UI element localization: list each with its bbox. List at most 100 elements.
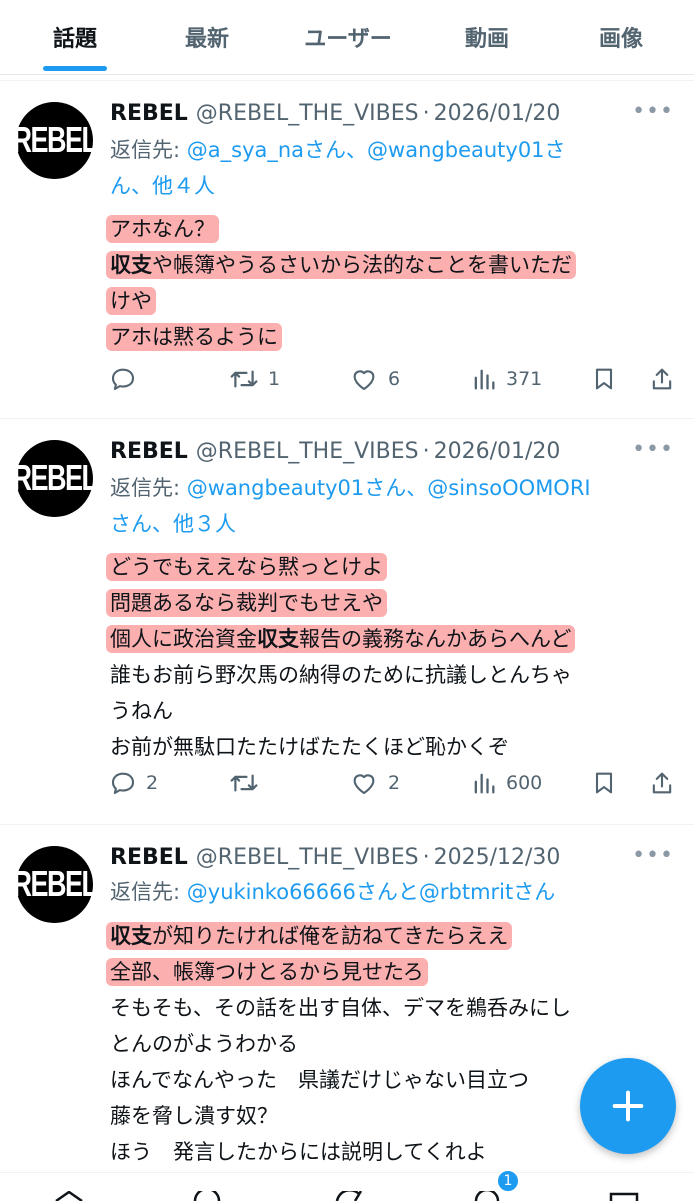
display-name[interactable]: REBEL bbox=[110, 439, 188, 464]
reply-mentions-more[interactable]: さん、他３人 bbox=[110, 512, 236, 536]
bold-word: 収支 bbox=[257, 627, 299, 651]
retweet-button[interactable] bbox=[228, 765, 268, 801]
bookmark-icon bbox=[595, 772, 613, 794]
user-handle[interactable]: @REBEL_THE_VIBES bbox=[196, 101, 419, 126]
heart-icon bbox=[353, 774, 375, 795]
views-button[interactable]: 371 bbox=[470, 361, 542, 397]
user-handle[interactable]: @REBEL_THE_VIBES bbox=[196, 439, 419, 464]
highlighted-text: 問題あるなら裁判でもせえや bbox=[106, 589, 387, 617]
reply-button[interactable]: 2 bbox=[108, 765, 158, 801]
share-icon bbox=[652, 772, 672, 794]
heart-icon bbox=[353, 370, 375, 391]
bold-word: 収支 bbox=[110, 253, 152, 277]
separator-dot: · bbox=[422, 844, 430, 870]
tweet-text: 収支が知りたければ俺を訪ねてきたらええ 全部、帳簿つけとるから見せたろ そもそも… bbox=[106, 918, 670, 1170]
view-count: 600 bbox=[506, 772, 543, 794]
like-button[interactable]: 2 bbox=[348, 765, 400, 801]
highlighted-text: アホなん？ bbox=[106, 215, 219, 243]
views-chart-icon bbox=[474, 369, 495, 390]
retweet-button[interactable]: 1 bbox=[228, 361, 280, 397]
tweet-header: REBEL @REBEL_THE_VIBES · 2026/01/20 bbox=[110, 98, 560, 128]
reply-count: 2 bbox=[146, 772, 159, 794]
text-line: が知りたければ俺を訪ねてきたらええ bbox=[152, 924, 509, 948]
reply-to: 返信先: @a_sya_naさん、@wangbeauty01さ ん、他４人 bbox=[110, 132, 655, 204]
highlighted-text: どうでもええなら黙っとけよ bbox=[106, 553, 387, 581]
tweet[interactable]: REBEL REBEL @REBEL_THE_VIBES · 2026/01/2… bbox=[0, 81, 694, 419]
highlighted-text: 全部、帳簿つけとるから見せたろ bbox=[106, 958, 428, 986]
view-count: 371 bbox=[506, 368, 543, 390]
tweet-text: アホなん？ 収支や帳簿やうるさいから法的なことを書いただ けや アホは黙るように bbox=[106, 211, 670, 355]
views-chart-icon bbox=[474, 773, 495, 794]
tab-videos[interactable]: 動画 bbox=[442, 0, 532, 74]
bookmark-button[interactable] bbox=[590, 361, 618, 397]
text-line: 報告の義務なんかあらへんど bbox=[299, 627, 572, 651]
text-line: 個人に政治資金 bbox=[110, 627, 257, 651]
like-count: 2 bbox=[388, 772, 401, 794]
display-name[interactable]: REBEL bbox=[110, 101, 188, 126]
text-line: お前が無駄口たたけばたたくほど恥かくぞ bbox=[110, 735, 509, 759]
text-line: 誰もお前ら野次馬の納得のために抗議しとんちゃ bbox=[110, 663, 572, 687]
retweet-count: 1 bbox=[268, 368, 281, 390]
avatar-logo-text: REBEL bbox=[12, 457, 99, 499]
retweet-icon bbox=[230, 774, 258, 792]
reply-button[interactable] bbox=[108, 361, 146, 397]
reply-mentions-more[interactable]: ん、他４人 bbox=[110, 174, 215, 198]
more-options-icon[interactable]: ••• bbox=[632, 99, 674, 124]
reply-mentions[interactable]: @a_sya_naさん、@wangbeauty01さ bbox=[187, 138, 566, 162]
avatar[interactable]: REBEL bbox=[13, 440, 98, 517]
more-options-icon[interactable]: ••• bbox=[632, 437, 674, 462]
views-button[interactable]: 600 bbox=[470, 765, 542, 801]
reply-prefix: 返信先: bbox=[110, 138, 187, 162]
like-count: 6 bbox=[388, 368, 401, 390]
text-line: とんのがようわかる bbox=[110, 1032, 298, 1056]
reply-icon bbox=[111, 368, 135, 391]
notification-badge: 1 bbox=[496, 1169, 520, 1193]
text-line: や帳簿やうるさいから法的なことを書いただ bbox=[152, 253, 572, 277]
tab-users[interactable]: ユーザー bbox=[288, 0, 408, 74]
tweet-header: REBEL @REBEL_THE_VIBES · 2026/01/20 bbox=[110, 436, 560, 466]
highlighted-text: けや bbox=[106, 287, 156, 315]
reply-prefix: 返信先: bbox=[110, 476, 187, 500]
tab-trending[interactable]: 話題 bbox=[30, 0, 120, 74]
tab-images[interactable]: 画像 bbox=[576, 0, 666, 74]
avatar[interactable]: REBEL bbox=[13, 846, 98, 923]
text-line: ほう 発言したからには説明してくれよ bbox=[110, 1140, 487, 1164]
avatar-logo-text: REBEL bbox=[12, 119, 99, 161]
reply-prefix: 返信先: bbox=[110, 880, 187, 904]
bookmark-button[interactable] bbox=[590, 765, 618, 801]
tweet-header: REBEL @REBEL_THE_VIBES · 2025/12/30 bbox=[110, 842, 560, 872]
reply-mentions[interactable]: @yukinko66666さんと@rbtmritさん bbox=[187, 880, 555, 904]
share-icon bbox=[652, 368, 672, 390]
tweet-date[interactable]: 2026/01/20 bbox=[434, 101, 561, 126]
display-name[interactable]: REBEL bbox=[110, 845, 188, 870]
highlighted-text: アホは黙るように bbox=[106, 323, 282, 351]
user-handle[interactable]: @REBEL_THE_VIBES bbox=[196, 845, 419, 870]
avatar[interactable]: REBEL bbox=[13, 102, 98, 179]
tab-latest[interactable]: 最新 bbox=[162, 0, 252, 74]
bottom-navigation: 1 bbox=[0, 1169, 694, 1201]
tweet-actions: 1 6 371 bbox=[108, 361, 678, 397]
compose-button[interactable] bbox=[580, 1058, 676, 1154]
reply-to: 返信先: @wangbeauty01さん、@sinsoOOMORI さん、他３人 bbox=[110, 470, 655, 542]
bold-word: 収支 bbox=[110, 924, 152, 948]
retweet-icon bbox=[230, 370, 258, 388]
more-options-icon[interactable]: ••• bbox=[632, 843, 674, 868]
reply-mentions[interactable]: @wangbeauty01さん、@sinsoOOMORI bbox=[187, 476, 591, 500]
like-button[interactable]: 6 bbox=[348, 361, 400, 397]
share-button[interactable] bbox=[648, 765, 676, 801]
separator-dot: · bbox=[422, 100, 430, 126]
share-button[interactable] bbox=[648, 361, 676, 397]
reply-to: 返信先: @yukinko66666さんと@rbtmritさん bbox=[110, 874, 655, 910]
tweet-date[interactable]: 2026/01/20 bbox=[434, 439, 561, 464]
search-tabs: 話題 最新 ユーザー 動画 画像 bbox=[0, 0, 694, 75]
tweet[interactable]: REBEL REBEL @REBEL_THE_VIBES · 2026/01/2… bbox=[0, 419, 694, 825]
reply-icon bbox=[111, 772, 135, 795]
tweet-text: どうでもええなら黙っとけよ 問題あるなら裁判でもせえや 個人に政治資金収支報告の… bbox=[106, 549, 670, 765]
active-tab-indicator bbox=[43, 66, 107, 71]
separator-dot: · bbox=[422, 438, 430, 464]
tweet-date[interactable]: 2025/12/30 bbox=[434, 845, 561, 870]
bookmark-icon bbox=[595, 368, 613, 390]
text-line: うねん bbox=[110, 699, 173, 723]
avatar-logo-text: REBEL bbox=[12, 863, 99, 905]
tweet-actions: 2 2 600 bbox=[108, 765, 678, 801]
